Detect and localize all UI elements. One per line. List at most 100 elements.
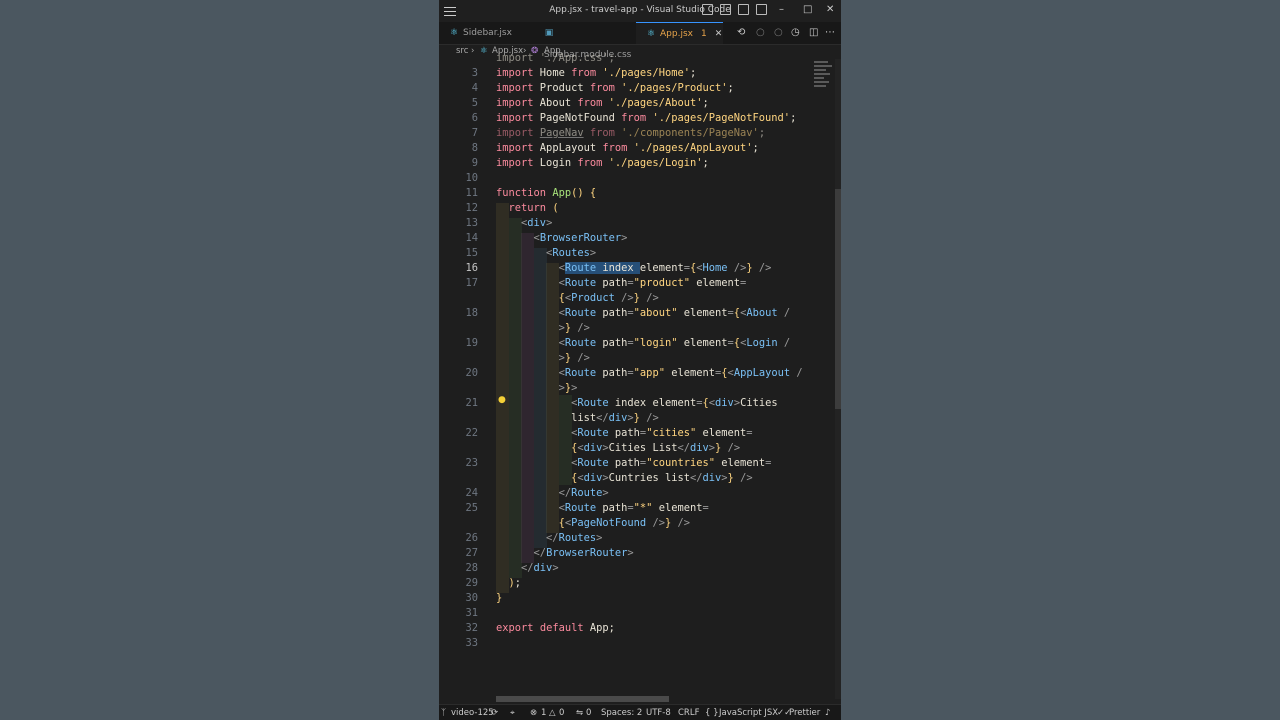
tab-app-jsx[interactable]: ⚛ App.jsx 1 ✕: [636, 22, 723, 44]
code-line: export default App;: [496, 622, 615, 634]
code-line: </div>: [521, 562, 559, 574]
language-mode[interactable]: JavaScript JSX: [719, 705, 778, 720]
code-line: {<div>Cuntries list</div>} />: [571, 472, 753, 484]
code-line: import PageNotFound from './pages/PageNo…: [496, 112, 797, 124]
branch-name[interactable]: video-125: [451, 705, 494, 720]
timeline-icon[interactable]: ◷: [791, 27, 800, 38]
code-line: return (: [508, 202, 559, 214]
horizontal-scrollbar[interactable]: [496, 696, 669, 702]
next-change-icon[interactable]: ○: [774, 27, 783, 38]
code-line: {<Product />} />: [558, 292, 659, 304]
line-number: 28: [465, 562, 478, 574]
code-line: }: [496, 592, 503, 604]
minimap[interactable]: [811, 59, 835, 99]
tab-sidebar-jsx[interactable]: ⚛ Sidebar.jsx: [439, 22, 534, 44]
line-number: 12: [465, 202, 478, 214]
warning-icon[interactable]: △: [549, 705, 556, 720]
maximize-icon[interactable]: □: [803, 3, 812, 17]
scrollbar-thumb[interactable]: [835, 189, 841, 409]
line-number: 10: [465, 172, 478, 184]
line-ending[interactable]: CRLF: [678, 705, 699, 720]
line-number: 33: [465, 637, 478, 649]
code-editor[interactable]: 3 4 5 6 7 8 9 10 11 12 13 14 15 16 17 18 19 20 21 22 23 24 25 2…: [439, 52, 841, 702]
remote-icon[interactable]: ⌖: [510, 705, 515, 720]
line-number: 20: [465, 367, 478, 379]
line-number: 3: [471, 67, 478, 79]
code-line: <Route index element={<Home />} />: [558, 262, 772, 274]
line-number: 15: [465, 247, 478, 259]
ports-count[interactable]: 0: [586, 705, 591, 720]
react-icon: ⚛: [480, 46, 488, 56]
code-line: <BrowserRouter>: [533, 232, 628, 244]
code-line: <Route index element={<div>Cities: [571, 397, 778, 409]
minimize-icon[interactable]: –: [779, 3, 784, 17]
code-line: </Route>: [558, 487, 609, 499]
error-icon[interactable]: ⊗: [530, 705, 537, 720]
breadcrumb-folder[interactable]: src: [456, 44, 468, 59]
code-line: <Route path="cities" element=: [571, 427, 753, 439]
line-number: 27: [465, 547, 478, 559]
code-line: import AppLayout from './pages/AppLayout…: [496, 142, 759, 154]
css-icon: ▣: [544, 28, 554, 38]
line-number: 8: [471, 142, 478, 154]
status-bar: ᛉ video-125 ⟳ ⌖ ⊗ 1 △ 0 ⇋ 0 Spaces: 2 UT…: [439, 704, 841, 720]
code-line: <Route path="*" element=: [558, 502, 709, 514]
ports-icon[interactable]: ⇋: [576, 705, 583, 720]
line-number: 25: [465, 502, 478, 514]
sync-icon[interactable]: ⟳: [491, 705, 498, 720]
line-number: 6: [471, 112, 478, 124]
code-line: import Login from './pages/Login';: [496, 157, 709, 169]
line-number: 24: [465, 487, 478, 499]
code-line: <Route path="about" element={<About /: [558, 307, 791, 319]
line-number: 7: [471, 127, 478, 139]
line-number: 19: [465, 337, 478, 349]
line-number: 23: [465, 457, 478, 469]
line-number: 4: [471, 82, 478, 94]
problem-count-badge: 1: [700, 29, 707, 39]
lightbulb-icon[interactable]: ●: [498, 395, 506, 405]
menu-icon[interactable]: [444, 4, 456, 18]
line-number: 11: [465, 187, 478, 199]
vertical-scrollbar[interactable]: [835, 59, 841, 699]
open-changes-icon[interactable]: ⟲: [737, 27, 745, 38]
close-window-icon[interactable]: ✕: [826, 3, 834, 17]
code-line: >} />: [558, 322, 590, 334]
code-line: {<PageNotFound />} />: [558, 517, 690, 529]
code-line: </Routes>: [546, 532, 603, 544]
line-number: 22: [465, 427, 478, 439]
code-line: import './App.css';: [496, 52, 615, 64]
code-line: function App() {: [496, 187, 597, 199]
close-tab-icon[interactable]: ✕: [715, 29, 723, 39]
language-braces-icon: { }: [705, 708, 719, 718]
react-icon: ⚛: [646, 29, 656, 39]
code-line: list</div>} />: [496, 412, 659, 424]
previous-change-icon[interactable]: ○: [756, 27, 765, 38]
code-line: {<div>Cities List</div>} />: [571, 442, 741, 454]
encoding[interactable]: UTF-8: [646, 705, 671, 720]
toggle-panel-icon[interactable]: [720, 4, 731, 15]
tab-label: App.jsx: [660, 29, 693, 39]
code-line: <Route path="login" element={<Login /: [558, 337, 791, 349]
code-line: );: [508, 577, 522, 589]
source-control-branch-icon[interactable]: ᛉ: [441, 705, 446, 720]
code-line: import Home from './pages/Home';: [496, 67, 697, 79]
error-count[interactable]: 1: [541, 705, 546, 720]
toggle-secondary-sidebar-icon[interactable]: [738, 4, 749, 15]
formatter[interactable]: Prettier: [789, 705, 820, 720]
toggle-primary-sidebar-icon[interactable]: [702, 4, 713, 15]
line-number: 26: [465, 532, 478, 544]
tab-label: Sidebar.jsx: [463, 28, 512, 38]
line-number: 30: [465, 592, 478, 604]
react-icon: ⚛: [449, 28, 459, 38]
code-line: <Route path="countries" element=: [571, 457, 772, 469]
vscode-window: App.jsx - travel-app - Visual Studio Cod…: [439, 0, 841, 720]
line-number: 5: [471, 97, 478, 109]
customize-layout-icon[interactable]: [756, 4, 767, 15]
more-actions-icon[interactable]: ⋯: [825, 27, 835, 38]
split-editor-icon[interactable]: ◫: [809, 27, 818, 38]
indentation[interactable]: Spaces: 2: [601, 705, 642, 720]
notifications-bell-icon[interactable]: ♪: [825, 705, 830, 720]
warning-count[interactable]: 0: [559, 705, 564, 720]
line-number: 32: [465, 622, 478, 634]
tab-sidebar-module-css[interactable]: ▣Sidebar.module.css: [534, 22, 636, 60]
